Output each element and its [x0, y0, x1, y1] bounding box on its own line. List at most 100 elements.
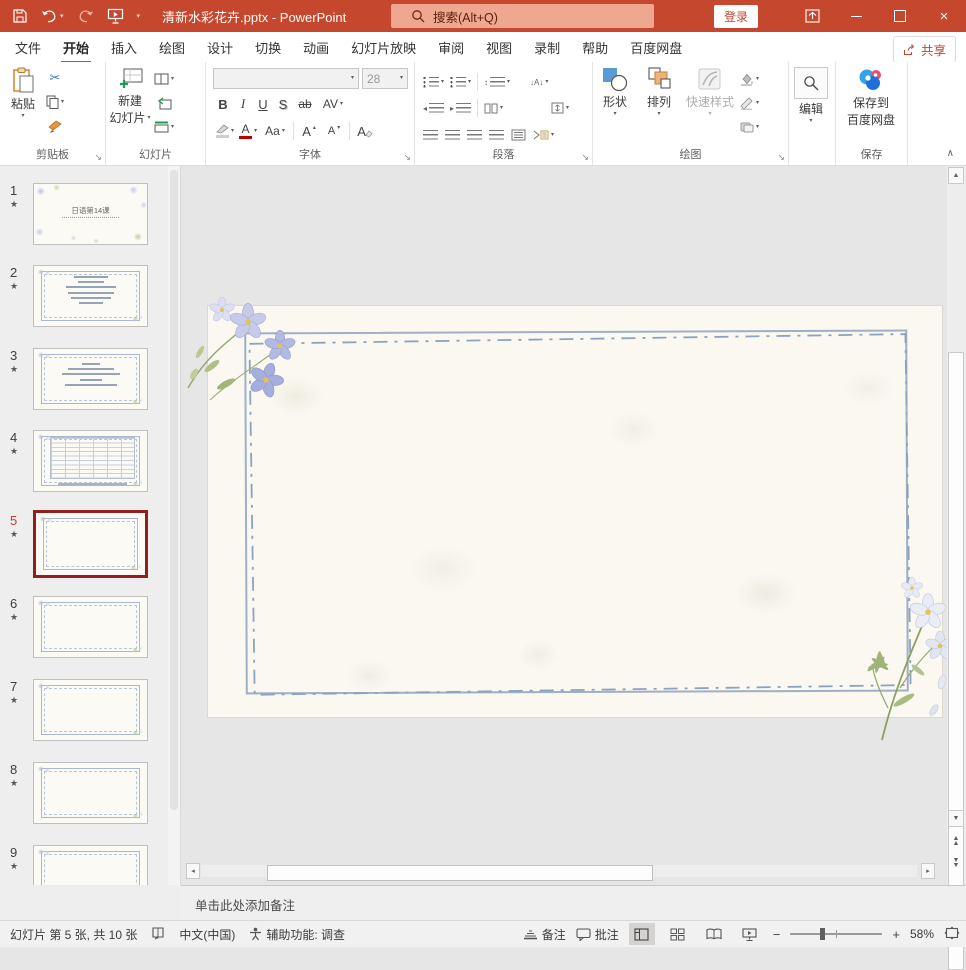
horizontal-scrollbar[interactable]: ◂ ▸ [181, 863, 947, 880]
shapes-button[interactable]: 形状 ▾ [593, 62, 637, 139]
shape-effects-button[interactable]: ▾ [739, 115, 759, 139]
tab-draw[interactable]: 绘图 [148, 31, 196, 64]
slide-editing-area[interactable] [181, 166, 947, 885]
tab-slideshow[interactable]: 幻灯片放映 [340, 31, 427, 64]
notes-toggle-button[interactable]: 备注 [523, 926, 566, 943]
scroll-right-button[interactable]: ▸ [921, 863, 935, 879]
tab-transitions[interactable]: 切换 [244, 31, 292, 64]
align-left-button[interactable] [423, 123, 438, 147]
language-indicator[interactable]: 中文(中国) [179, 926, 235, 943]
increase-font-size-button[interactable]: A▴ [299, 119, 319, 143]
scroll-left-button[interactable]: ◂ [186, 863, 200, 879]
clear-formatting-button[interactable]: A [355, 119, 375, 143]
search-input[interactable]: 搜索(Alt+Q) [391, 4, 654, 28]
change-case-button[interactable]: Aa▾ [262, 119, 288, 143]
font-name-select[interactable]: ▾ [213, 68, 359, 89]
slide-thumbnail-6[interactable] [33, 596, 148, 658]
bold-button[interactable]: B [215, 92, 231, 116]
maximize-button[interactable] [878, 0, 922, 32]
editing-button[interactable]: 编辑 ▾ [789, 62, 833, 124]
ribbon-display-options-icon[interactable] [790, 0, 834, 32]
bullets-button[interactable]: ▾ [423, 70, 444, 94]
numbering-button[interactable]: ▾ [450, 70, 471, 94]
slide-thumbnail-3[interactable] [33, 348, 148, 410]
zoom-in-button[interactable]: + [892, 927, 900, 942]
vertical-scrollbar[interactable]: ▲ ▼ ▲▲ ▼▼ [947, 166, 966, 885]
align-center-button[interactable] [445, 123, 460, 147]
increase-indent-button[interactable]: ▸ [450, 96, 471, 120]
paragraph-dialog-launcher-icon[interactable]: ↘ [581, 153, 589, 162]
copy-button[interactable]: ▾ [46, 90, 64, 114]
close-button[interactable]: × [922, 0, 966, 32]
minimize-button[interactable] [834, 0, 878, 32]
shape-outline-button[interactable]: ▾ [739, 91, 759, 115]
highlight-color-button[interactable]: ▾ [215, 119, 234, 143]
decrease-indent-button[interactable]: ◂ [423, 96, 444, 120]
comments-toggle-button[interactable]: 批注 [576, 926, 619, 943]
accessibility-checker[interactable]: 辅助功能: 调查 [249, 926, 345, 943]
clipboard-dialog-launcher-icon[interactable]: ↘ [94, 153, 102, 162]
italic-button[interactable]: I [235, 92, 251, 116]
zoom-out-button[interactable]: − [773, 927, 781, 942]
slide-thumbnail-1[interactable]: 日语第14课 [33, 183, 148, 245]
font-size-select[interactable]: 28▾ [362, 68, 408, 89]
scroll-up-button[interactable]: ▲ [948, 167, 964, 184]
fit-to-window-button[interactable] [944, 926, 960, 943]
paste-dropdown-icon[interactable]: ▾ [21, 114, 24, 119]
font-dialog-launcher-icon[interactable]: ↘ [403, 153, 411, 162]
justify-button[interactable] [489, 123, 504, 147]
notes-pane[interactable]: 单击此处添加备注 [181, 885, 966, 920]
slide-thumbnail-8[interactable] [33, 762, 148, 824]
reading-view-button[interactable] [701, 923, 727, 945]
slide-thumbnail-4[interactable] [33, 430, 148, 492]
slide-layout-button[interactable]: ▾ [154, 67, 174, 91]
start-slideshow-icon[interactable] [107, 8, 124, 24]
next-slide-button[interactable]: ▼▼ [948, 854, 964, 871]
save-icon[interactable] [12, 8, 28, 24]
slide-position-indicator[interactable]: 幻灯片 第 5 张, 共 10 张 [10, 926, 137, 943]
reset-slide-button[interactable] [154, 91, 174, 115]
cut-button[interactable]: ✂ [46, 66, 64, 90]
horizontal-scroll-thumb[interactable] [267, 865, 653, 881]
section-button[interactable]: ▾ [154, 115, 174, 139]
arrange-button[interactable]: 排列 ▾ [637, 62, 681, 139]
thumbnail-panel-scrollbar[interactable] [168, 166, 181, 885]
slide-thumbnail-7[interactable] [33, 679, 148, 741]
slide-thumbnail-2[interactable] [33, 265, 148, 327]
strikethrough-button[interactable]: ab [295, 92, 315, 116]
tab-design[interactable]: 设计 [196, 31, 244, 64]
font-color-button[interactable]: A ▾ [239, 119, 257, 143]
tab-file[interactable]: 文件 [4, 31, 52, 64]
align-right-button[interactable] [467, 123, 482, 147]
convert-smartart-button[interactable]: ▾ [533, 123, 554, 147]
shape-fill-button[interactable]: ▾ [739, 67, 759, 91]
distribute-button[interactable] [511, 123, 526, 147]
character-spacing-button[interactable]: AV▾ [319, 92, 347, 116]
tab-review[interactable]: 审阅 [427, 31, 475, 64]
normal-view-button[interactable] [629, 923, 655, 945]
slide-sorter-view-button[interactable] [665, 923, 691, 945]
tab-baidu-netdisk[interactable]: 百度网盘 [619, 31, 693, 64]
zoom-slider[interactable] [790, 933, 882, 935]
share-button[interactable]: 共享 [893, 36, 956, 63]
align-text-button[interactable]: ▾ [551, 96, 569, 120]
columns-button[interactable]: ▾ [484, 96, 503, 120]
tab-animations[interactable]: 动画 [292, 31, 340, 64]
tab-home[interactable]: 开始 [52, 31, 100, 64]
undo-dropdown-icon[interactable]: ▾ [60, 12, 64, 20]
text-shadow-button[interactable]: S [275, 92, 291, 116]
zoom-slider-thumb[interactable] [820, 928, 825, 940]
vertical-scroll-thumb[interactable] [948, 352, 964, 970]
previous-slide-button[interactable]: ▲▲ [948, 832, 964, 849]
tab-view[interactable]: 视图 [475, 31, 523, 64]
slide-thumbnail-5-selected[interactable] [33, 510, 148, 578]
tab-record[interactable]: 录制 [523, 31, 571, 64]
decrease-font-size-button[interactable]: A▾ [324, 119, 344, 143]
spell-check-icon[interactable] [151, 926, 165, 943]
redo-icon[interactable] [77, 9, 94, 24]
customize-qat-icon[interactable]: ▾ [137, 12, 141, 20]
paste-button[interactable]: 粘贴 ▾ [0, 62, 46, 138]
format-painter-button[interactable] [46, 114, 64, 138]
drawing-dialog-launcher-icon[interactable]: ↘ [777, 153, 785, 162]
underline-button[interactable]: U [255, 92, 271, 116]
